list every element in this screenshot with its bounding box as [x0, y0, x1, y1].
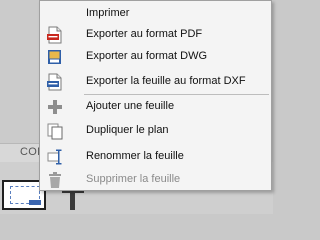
rename-icon: [46, 148, 64, 166]
menu-item-label: Dupliquer le plan: [86, 124, 169, 136]
dxf-file-icon: [46, 73, 64, 91]
menu-separator: [84, 94, 269, 95]
pdf-file-icon: [46, 26, 64, 44]
context-menu: Imprimer Exporter au format PDF Exporter…: [39, 0, 272, 191]
menu-item-label: Supprimer la feuille: [86, 173, 181, 185]
menu-item-label: Renommer la feuille: [86, 150, 184, 162]
menu-item-duplicate-plan[interactable]: Dupliquer le plan: [40, 120, 271, 142]
dwg-file-icon: [46, 48, 64, 66]
menu-item-export-pdf[interactable]: Exporter au format PDF: [40, 24, 271, 46]
menu-item-export-dwg[interactable]: Exporter au format DWG: [40, 46, 271, 68]
menu-item-print[interactable]: Imprimer: [40, 3, 271, 25]
menu-item-delete-sheet[interactable]: Supprimer la feuille: [40, 169, 271, 191]
menu-item-add-sheet[interactable]: Ajouter une feuille: [40, 96, 271, 118]
trash-icon: [46, 171, 64, 189]
title-block: [29, 200, 41, 205]
plus-icon: [46, 98, 64, 116]
menu-item-label: Exporter au format DWG: [86, 50, 208, 62]
menu-item-label: Imprimer: [86, 7, 130, 19]
menu-item-label: Ajouter une feuille: [86, 100, 175, 112]
menu-item-label: Exporter au format PDF: [86, 28, 203, 40]
menu-item-export-dxf[interactable]: Exporter la feuille au format DXF: [40, 71, 271, 93]
menu-item-rename-sheet[interactable]: Renommer la feuille: [40, 146, 271, 168]
duplicate-icon: [46, 122, 64, 140]
menu-item-label: Exporter la feuille au format DXF: [86, 75, 246, 87]
